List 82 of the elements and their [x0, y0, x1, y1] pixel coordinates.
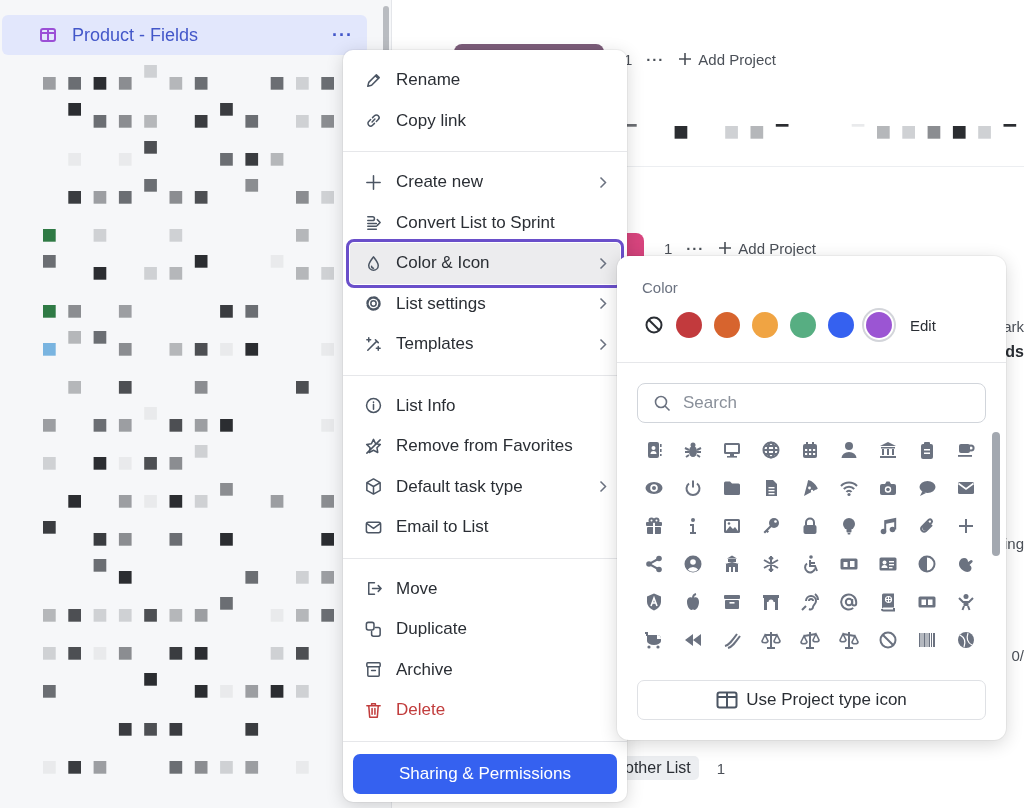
- bank-icon[interactable]: [878, 440, 898, 460]
- more-button[interactable]: ···: [686, 239, 705, 257]
- menu-item[interactable]: Create new: [350, 162, 620, 203]
- gift-icon[interactable]: [644, 516, 664, 536]
- menu-item[interactable]: Rename: [350, 60, 620, 101]
- book-icon[interactable]: [878, 592, 898, 612]
- magic-wand-icon: [364, 334, 383, 354]
- user-icon[interactable]: [839, 440, 859, 460]
- monitor-icon[interactable]: [722, 440, 742, 460]
- search-icon: [654, 395, 671, 412]
- menu-item[interactable]: Convert List to Sprint: [350, 202, 620, 243]
- menu-item[interactable]: Copy link: [350, 100, 620, 141]
- bug-icon[interactable]: [683, 440, 703, 460]
- duplicate-icon: [364, 619, 383, 639]
- menu-item[interactable]: List Info: [350, 385, 620, 426]
- menu-item[interactable]: Remove from Favorites: [350, 426, 620, 467]
- ban-icon[interactable]: [878, 630, 898, 650]
- menu-item[interactable]: Email to List: [350, 507, 620, 548]
- calendar-icon[interactable]: [800, 440, 820, 460]
- power-icon[interactable]: [683, 478, 703, 498]
- cube-icon: [364, 477, 383, 497]
- scale-icon[interactable]: [839, 630, 859, 650]
- menu-item[interactable]: Default task type: [350, 466, 620, 507]
- color-swatch[interactable]: [714, 312, 740, 338]
- shield-icon[interactable]: [644, 592, 664, 612]
- cell-text: ds: [1005, 343, 1024, 361]
- music-note-icon[interactable]: [878, 516, 898, 536]
- share-icon[interactable]: [644, 554, 664, 574]
- color-swatch[interactable]: [828, 312, 854, 338]
- barcode-icon[interactable]: [917, 630, 937, 650]
- section-title: Color: [642, 279, 679, 296]
- color-swatch[interactable]: [676, 312, 702, 338]
- menu-item[interactable]: Delete: [350, 690, 620, 731]
- plus-icon: [718, 241, 733, 255]
- user-circle-icon[interactable]: [683, 554, 703, 574]
- list-count: 1: [716, 759, 726, 777]
- sidebar-item[interactable]: Product - Fields ···: [2, 15, 367, 55]
- use-project-icon-button[interactable]: Use Project type icon: [637, 680, 986, 720]
- plus-icon: [364, 172, 383, 192]
- lines-arrow-icon: [364, 213, 383, 233]
- color-swatch[interactable]: [752, 312, 778, 338]
- ear-icon[interactable]: [800, 592, 820, 612]
- search-field[interactable]: Search: [637, 383, 986, 423]
- menu-item[interactable]: Templates: [350, 324, 620, 365]
- speech-bubble-icon[interactable]: [917, 478, 937, 498]
- cell-text: 0/: [1011, 647, 1024, 664]
- contrast-icon[interactable]: [917, 554, 937, 574]
- more-button[interactable]: ···: [646, 50, 665, 68]
- menu-item[interactable]: Archive: [350, 649, 620, 690]
- info-icon: [364, 396, 383, 416]
- add-project-button[interactable]: Add Project: [678, 50, 776, 68]
- no-color-icon[interactable]: [644, 315, 664, 335]
- color-swatch[interactable]: [866, 312, 892, 338]
- color-swatch[interactable]: [790, 312, 816, 338]
- trash-icon: [364, 700, 383, 720]
- at-sign-icon[interactable]: [839, 592, 859, 612]
- scale-icon[interactable]: [800, 630, 820, 650]
- add-project-button[interactable]: Add Project: [718, 239, 816, 257]
- sharing-permissions-button[interactable]: Sharing & Permissions: [353, 753, 617, 794]
- plus-icon[interactable]: [956, 516, 976, 536]
- menu-item[interactable]: List settings: [350, 283, 620, 324]
- ball-icon[interactable]: [956, 630, 976, 650]
- board-icon: [40, 28, 56, 42]
- scale-icon[interactable]: [761, 630, 781, 650]
- edit-link[interactable]: Edit: [910, 316, 936, 334]
- board-icon: [716, 691, 739, 709]
- globe-icon[interactable]: [761, 440, 781, 460]
- settings-icon: [364, 294, 383, 314]
- archive-box-icon[interactable]: [722, 592, 742, 612]
- star-slash-icon: [364, 436, 383, 456]
- stroller-icon[interactable]: [644, 630, 664, 650]
- plus-icon: [678, 52, 693, 66]
- menu-item[interactable]: Duplicate: [350, 609, 620, 650]
- scrollbar[interactable]: [992, 432, 1000, 556]
- group-count: 1: [664, 239, 673, 257]
- image-icon[interactable]: [722, 516, 742, 536]
- archive-icon: [364, 660, 383, 680]
- child-figure-icon[interactable]: [956, 592, 976, 612]
- snowflake-icon[interactable]: [761, 554, 781, 574]
- menu-item[interactable]: Move: [350, 568, 620, 609]
- key-icon[interactable]: [761, 516, 781, 536]
- gate-icon[interactable]: [761, 592, 781, 612]
